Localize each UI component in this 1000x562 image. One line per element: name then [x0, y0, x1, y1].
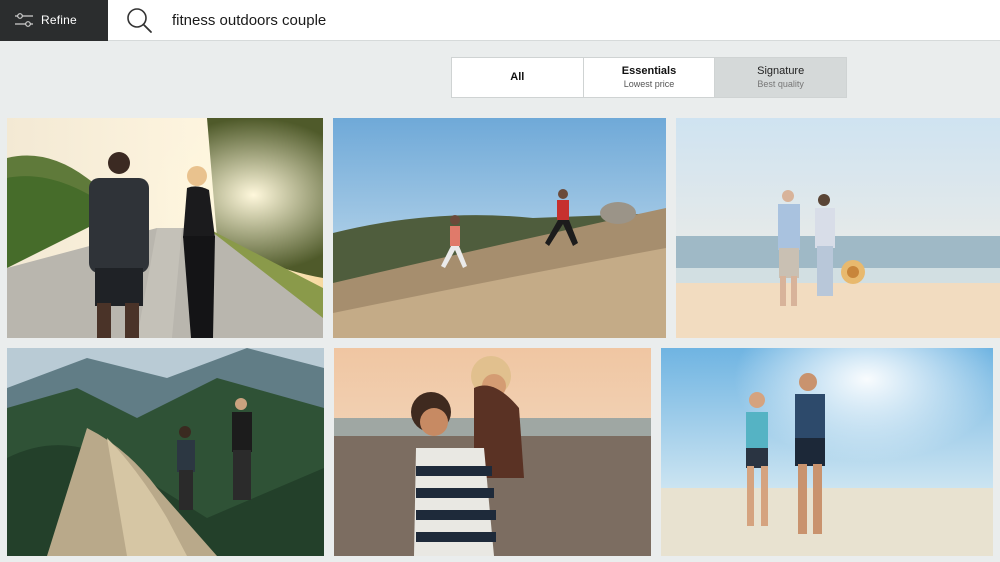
photo-couple-beach-walk[interactable] — [676, 118, 1000, 338]
collection-tabs: All Essentials Lowest price Signature Be… — [451, 57, 847, 98]
tab-signature-label: Signature — [757, 65, 805, 77]
search-icon[interactable] — [125, 6, 153, 34]
top-bar: Refine — [0, 0, 1000, 41]
sliders-icon — [15, 13, 33, 27]
tab-all-label: All — [510, 71, 525, 83]
refine-label: Refine — [41, 13, 77, 27]
couple-piggyback-image — [334, 348, 651, 556]
refine-button[interactable]: Refine — [0, 0, 108, 41]
tab-essentials-sublabel: Lowest price — [623, 79, 675, 89]
tab-all[interactable]: All — [452, 58, 584, 97]
photo-hikers-ridge[interactable] — [7, 348, 324, 556]
search-input[interactable] — [172, 8, 952, 32]
tab-signature[interactable]: Signature Best quality — [715, 58, 847, 97]
tab-essentials[interactable]: Essentials Lowest price — [583, 58, 716, 97]
hikers-ridge-image — [7, 348, 324, 556]
photo-couple-road[interactable] — [7, 118, 323, 338]
photo-couple-piggyback[interactable] — [334, 348, 651, 556]
runners-hill-image — [333, 118, 666, 338]
photo-runners-hill[interactable] — [333, 118, 666, 338]
couple-road-image — [7, 118, 323, 338]
couple-beach-walk-image — [676, 118, 1000, 338]
tab-essentials-label: Essentials — [621, 65, 677, 77]
photo-couple-beach-run[interactable] — [661, 348, 993, 556]
couple-beach-run-image — [661, 348, 993, 556]
tab-signature-sublabel: Best quality — [757, 79, 804, 89]
